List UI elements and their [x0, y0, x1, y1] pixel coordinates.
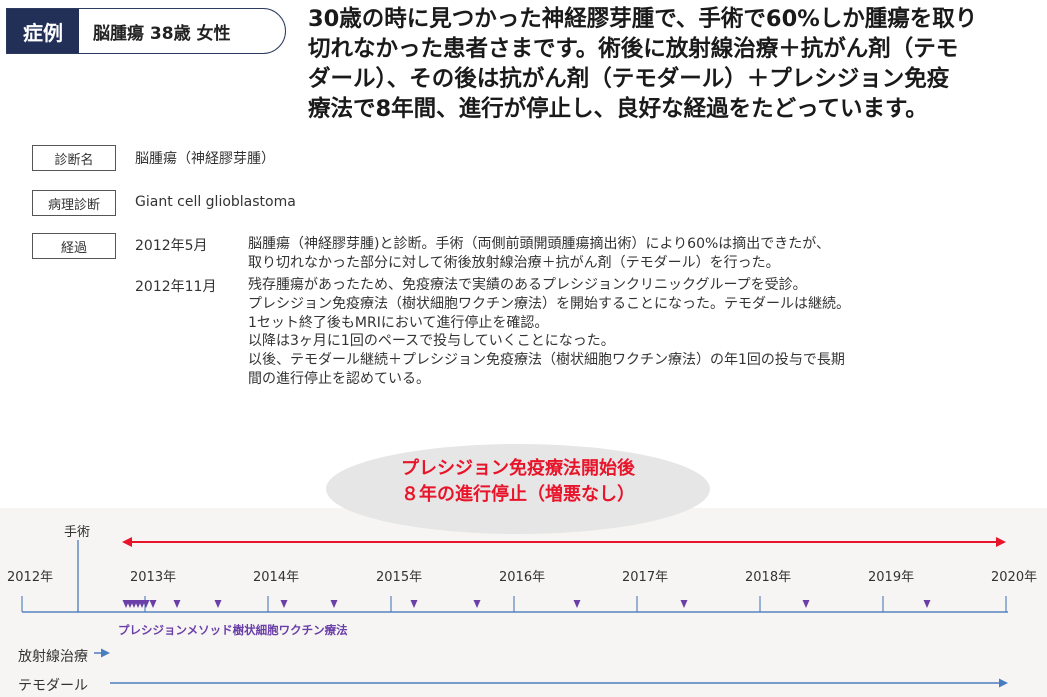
dose-marker	[280, 600, 288, 608]
dose-marker	[573, 600, 581, 608]
dose-markers	[122, 600, 931, 608]
dose-marker	[330, 600, 338, 608]
year-ticks	[21, 596, 1007, 612]
dose-marker	[214, 600, 222, 608]
timeline-graphic	[21, 537, 1008, 688]
dose-marker	[410, 600, 418, 608]
dose-marker	[923, 600, 931, 608]
dose-marker	[473, 600, 481, 608]
dose-marker	[802, 600, 810, 608]
dose-marker	[680, 600, 688, 608]
dose-marker	[149, 600, 157, 608]
dose-marker	[173, 600, 181, 608]
